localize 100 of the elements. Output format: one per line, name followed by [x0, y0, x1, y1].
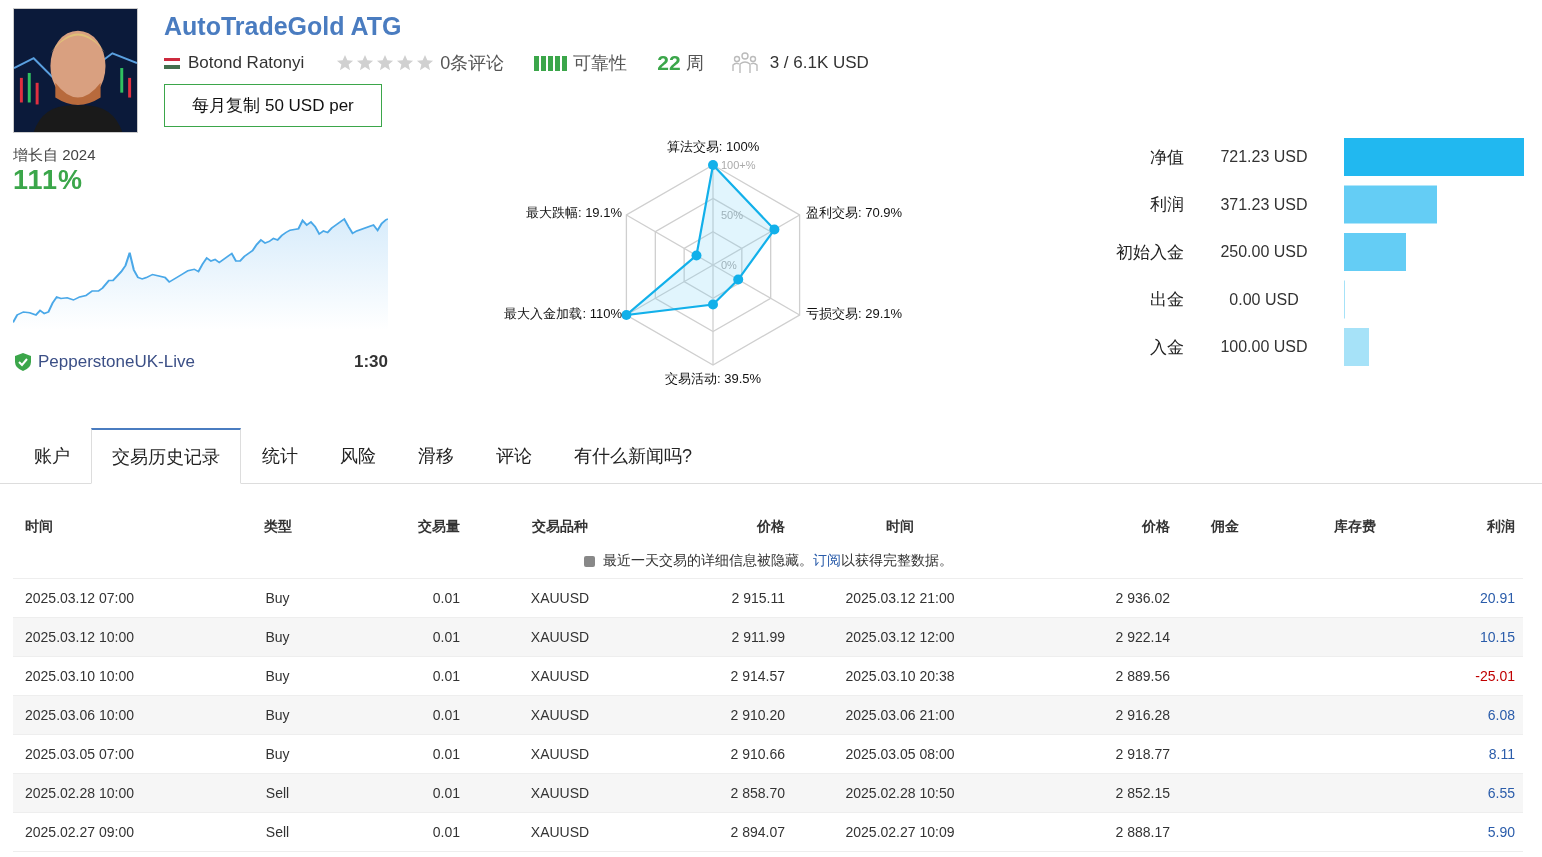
radar-point — [769, 224, 780, 235]
column-header: 佣金 — [1210, 518, 1240, 536]
flag-icon — [164, 57, 180, 69]
axis-tick-label: 0% — [721, 259, 737, 271]
radar-point — [733, 274, 744, 285]
axis-tick-label: 50% — [721, 209, 744, 221]
tab[interactable]: 交易历史记录 — [91, 428, 241, 484]
balance-value: 721.23 USD — [1219, 148, 1309, 167]
table-cell-text: 2025.03.12 07:00 — [25, 590, 135, 606]
profit-cell-text: 6.08 — [1486, 707, 1515, 723]
table-cell-text: 2 915.11 — [730, 590, 785, 606]
table-cell-text: 2 936.02 — [1114, 590, 1170, 606]
tab[interactable]: 风险 — [319, 428, 397, 484]
balance-value: 371.23 USD — [1219, 195, 1309, 214]
axis-tick-label: 100+% — [721, 159, 756, 171]
table-cell-text: 0.01 — [431, 746, 460, 762]
hidden-notice: 最近一天交易的详细信息被隐藏。订阅以获得完整数据。 — [602, 552, 953, 570]
table-cell-text: XAUUSD — [529, 785, 591, 801]
table-cell-text: 2 911.99 — [730, 629, 785, 645]
profit-cell-text: -25.01 — [1474, 668, 1515, 684]
column-header: 类型 — [262, 518, 293, 536]
table-cell-text: Buy — [264, 590, 291, 606]
radar-point — [691, 250, 702, 261]
profit-cell-text: 8.11 — [1487, 746, 1515, 762]
profit-cell-text: 5.90 — [1486, 824, 1515, 840]
tab[interactable]: 统计 — [241, 428, 319, 484]
table-cell-text: Sell — [264, 824, 291, 840]
table-cell-text: 2 910.66 — [729, 746, 785, 762]
author-name[interactable]: Botond Ratonyi — [188, 53, 305, 73]
axis-label: 盈利交易: 70.9% — [806, 205, 903, 220]
table-cell-text: XAUUSD — [529, 629, 591, 645]
reliability-label: 可靠性 — [573, 52, 628, 75]
tab[interactable]: 滑移 — [397, 428, 475, 484]
table-cell-text: XAUUSD — [529, 668, 591, 684]
axis-label: 最大入金加载: 110% — [504, 306, 622, 321]
table-cell-text: 2025.03.12 10:00 — [25, 629, 135, 645]
tab[interactable]: 账户 — [13, 428, 91, 484]
lock-icon — [583, 555, 595, 567]
table-cell-text: Sell — [264, 785, 291, 801]
radar-point — [708, 299, 718, 310]
table-cell-text: XAUUSD — [529, 824, 591, 840]
table-cell-text: 2 894.07 — [729, 824, 785, 840]
axis-label: 最大跌幅: 19.1% — [525, 205, 622, 220]
balance-label: 出金 — [1149, 289, 1184, 312]
table-cell-text: Buy — [264, 746, 291, 762]
table-cell-text: 2025.02.27 10:09 — [844, 824, 956, 840]
table-cell-text: Buy — [264, 668, 291, 684]
strategy-title[interactable]: AutoTradeGold ATG — [164, 12, 869, 44]
growth-label: 增长自 2024 — [13, 146, 97, 165]
balance-value: 0.00 USD — [1228, 290, 1300, 309]
table-cell-text: 2025.02.28 10:50 — [844, 785, 956, 801]
axis-label: 交易活动: 39.5% — [664, 371, 762, 386]
column-header: 库存费 — [1333, 518, 1377, 536]
subscriber-count: 3 / 6.1K USD — [769, 53, 869, 73]
subscribe-link[interactable]: 订阅 — [812, 552, 841, 568]
table-cell-text: 2025.03.05 07:00 — [25, 746, 135, 762]
table-cell-text: 2025.03.10 20:38 — [844, 668, 956, 684]
table-cell-text: 0.01 — [431, 785, 460, 801]
table-cell-text: Buy — [264, 629, 291, 645]
balance-label: 入金 — [1149, 336, 1184, 359]
table-cell-text: 0.01 — [431, 590, 460, 606]
shield-check-icon — [13, 352, 33, 372]
tab[interactable]: 有什么新闻吗? — [553, 428, 713, 484]
table-cell-text: 0.01 — [431, 668, 460, 684]
table-cell-text: 2 910.20 — [729, 707, 785, 723]
balance-value: 250.00 USD — [1219, 243, 1309, 262]
column-header: 时间 — [25, 518, 54, 536]
radar-point — [621, 310, 632, 320]
axis-label: 亏损交易: 29.1% — [806, 306, 903, 321]
balance-value: 100.00 USD — [1219, 338, 1309, 357]
people-icon — [731, 51, 758, 75]
table-cell-text: 2025.03.06 21:00 — [844, 707, 956, 723]
balance-label: 利润 — [1149, 194, 1184, 217]
table-cell-text: 2025.03.10 10:00 — [25, 668, 135, 684]
table-cell-text: XAUUSD — [529, 590, 591, 606]
growth-value: 111% — [13, 165, 85, 196]
leverage-value: 1:30 — [353, 352, 388, 372]
table-cell-text: 2025.03.12 12:00 — [844, 629, 956, 645]
balance-label: 净值 — [1149, 146, 1184, 169]
column-header: 交易品种 — [531, 518, 589, 536]
table-cell-text: 2 889.56 — [1114, 668, 1170, 684]
table-cell-text: 2025.02.28 10:00 — [25, 785, 135, 801]
axis-label: 算法交易: 100% — [666, 139, 760, 154]
table-cell-text: 2025.03.05 08:00 — [844, 746, 956, 762]
radar-point — [708, 160, 718, 170]
table-cell-text: XAUUSD — [529, 707, 591, 723]
table-cell-text: 2 888.17 — [1114, 824, 1170, 840]
table-cell-text: 2 918.77 — [1114, 746, 1170, 762]
copy-button[interactable]: 每月复制 50 USD per — [164, 84, 382, 127]
table-cell-text: 0.01 — [431, 824, 460, 840]
tab[interactable]: 评论 — [475, 428, 553, 484]
column-header: 交易量 — [417, 518, 460, 536]
profit-cell-text: 20.91 — [1478, 590, 1515, 606]
review-count[interactable]: 0条评论 — [440, 51, 505, 75]
profit-cell-text: 6.55 — [1486, 785, 1515, 801]
broker-name[interactable]: PepperstoneUK-Live — [38, 352, 354, 372]
table-cell-text: 0.01 — [431, 707, 460, 723]
profit-cell-text: 10.15 — [1478, 629, 1515, 645]
table-cell-text: 2025.03.12 21:00 — [844, 590, 956, 606]
balance-label: 初始入金 — [1115, 241, 1184, 264]
